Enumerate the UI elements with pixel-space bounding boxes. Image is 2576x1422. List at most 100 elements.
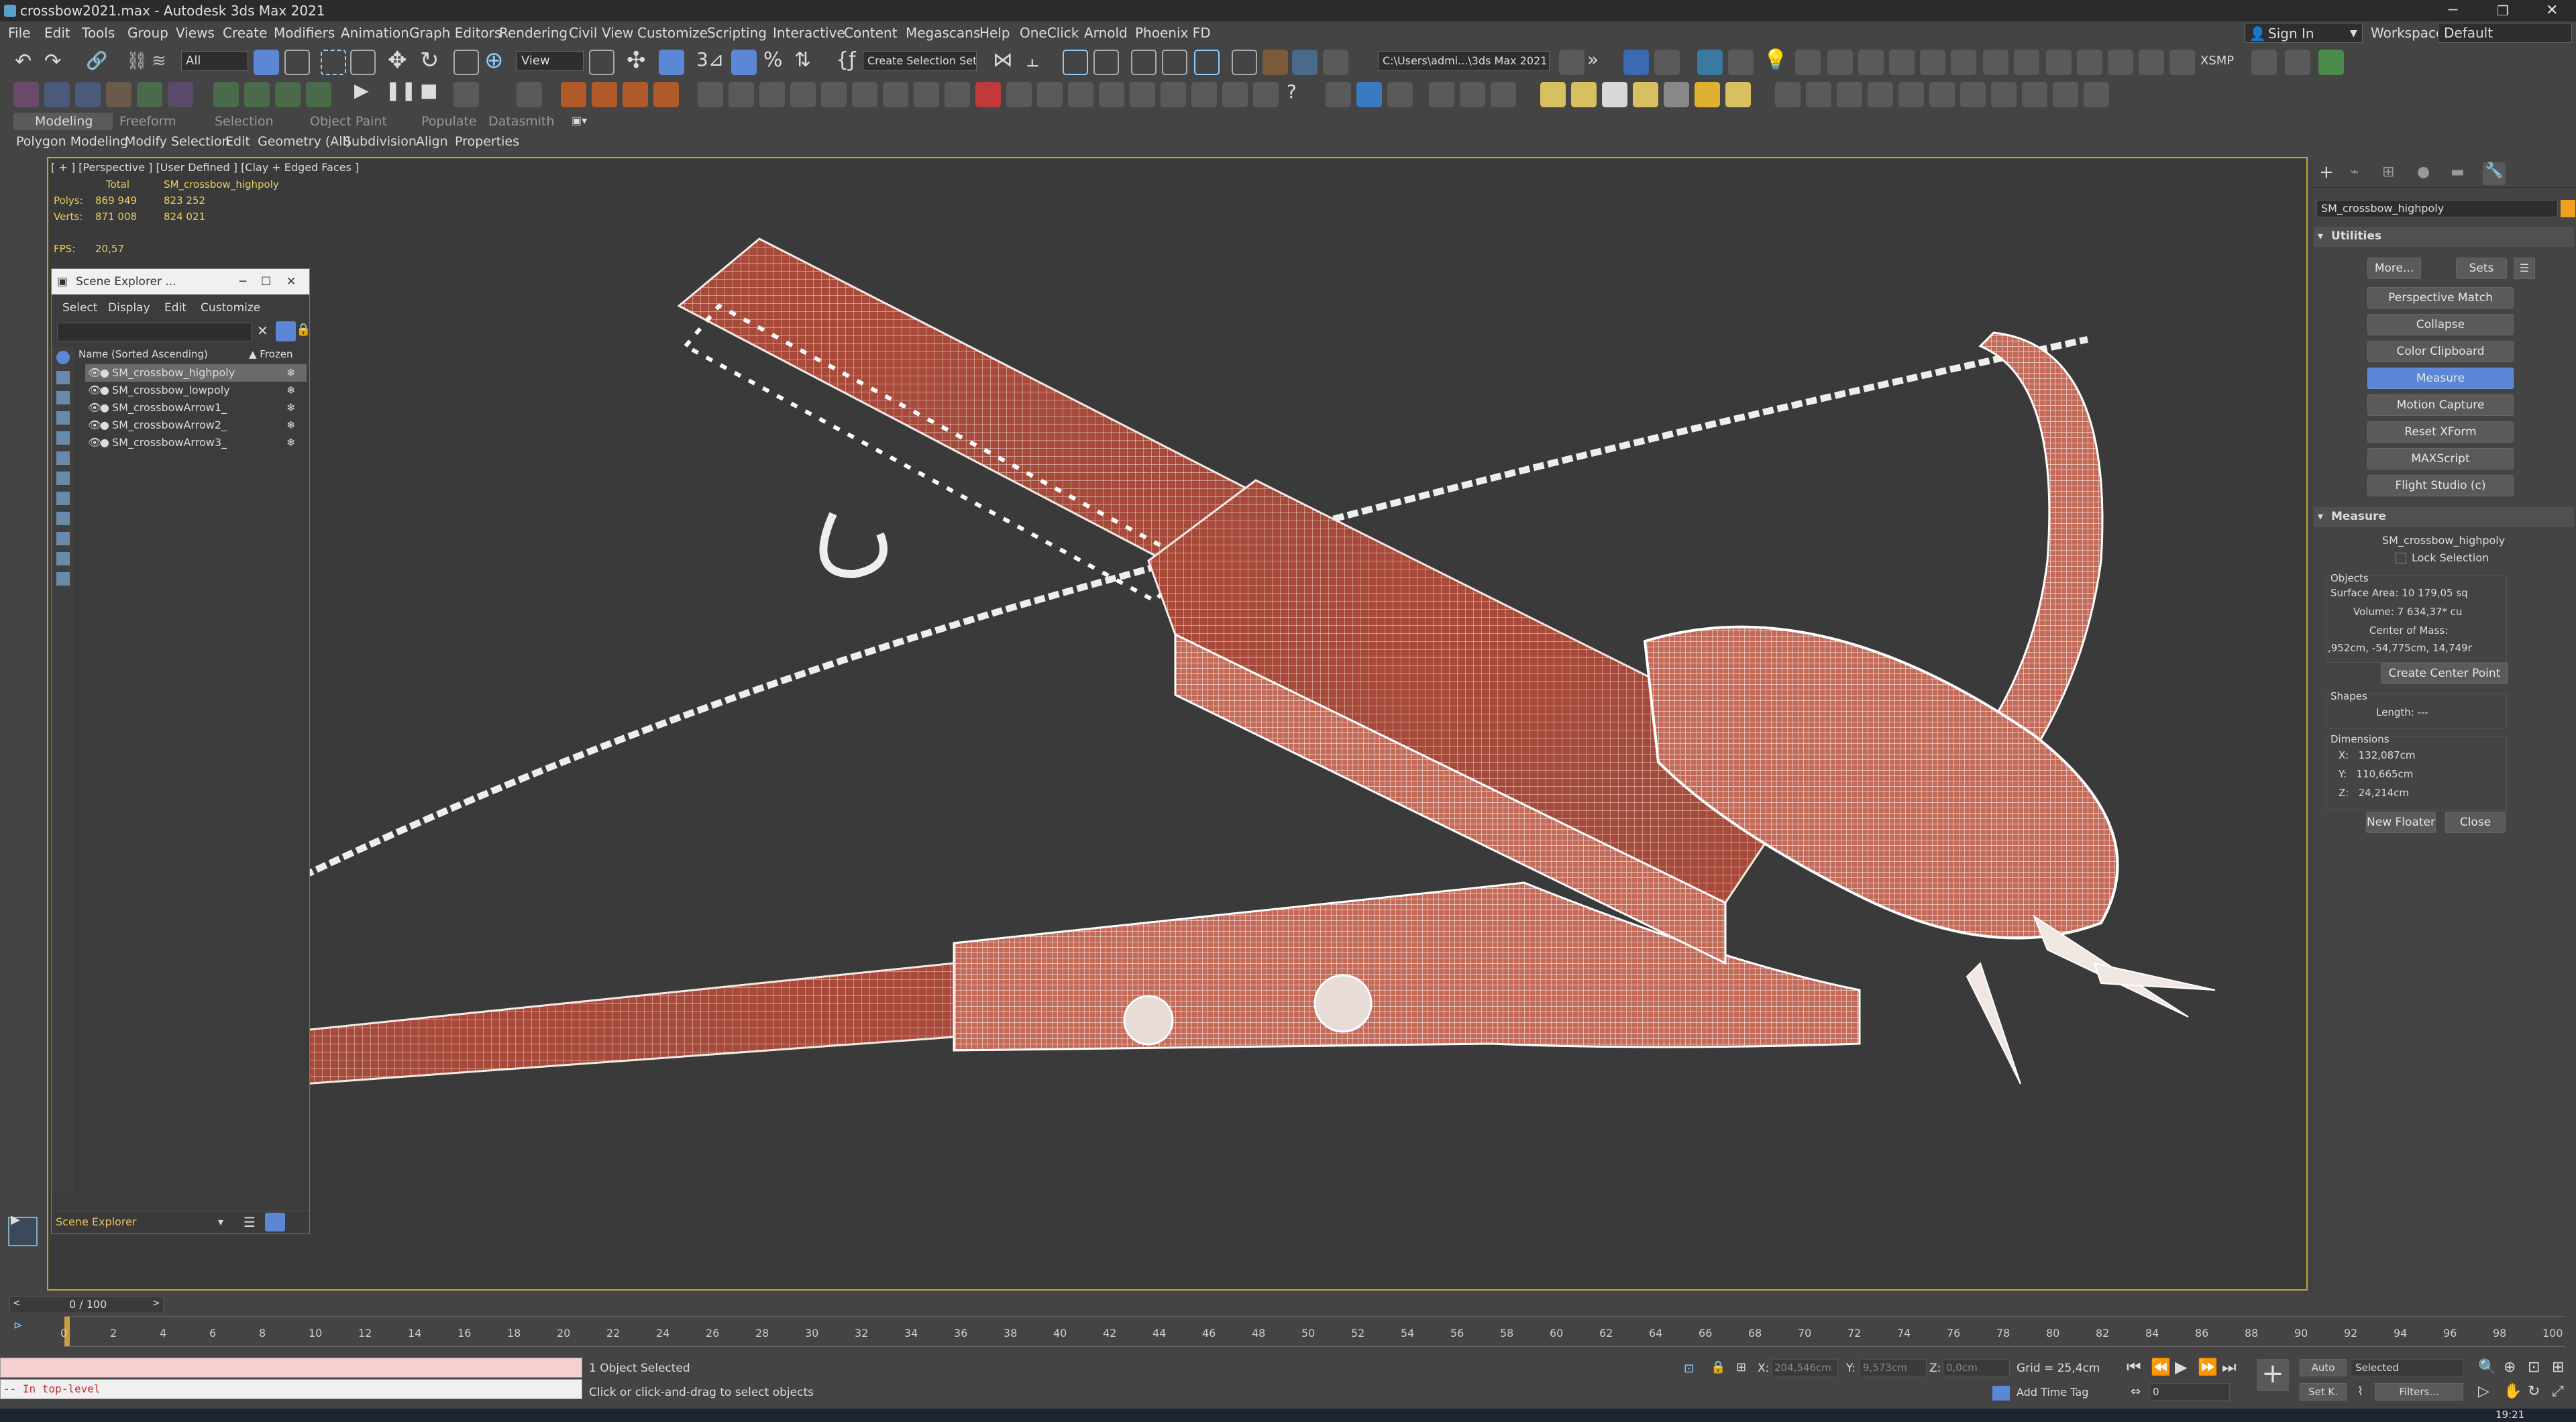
minimize-icon[interactable]: ─ — [2449, 0, 2457, 21]
region-select-icon[interactable] — [321, 50, 346, 75]
tool-icon-39[interactable] — [1429, 82, 1454, 107]
tab-modeling[interactable]: Modeling — [13, 113, 113, 130]
zoom-all-icon[interactable]: ⊕ — [2504, 1359, 2516, 1376]
rotate-icon[interactable]: ↻ — [420, 47, 439, 74]
se-groups-filter-icon[interactable] — [56, 492, 70, 505]
render-setup-icon[interactable] — [1263, 50, 1288, 75]
more-button[interactable]: More... — [2367, 258, 2421, 279]
menu-graph-editors[interactable]: Graph Editors — [409, 21, 501, 44]
plugin-icon-6[interactable] — [1827, 50, 1853, 75]
angle-snap-icon[interactable] — [731, 50, 757, 75]
tab-populate[interactable]: Populate — [421, 114, 477, 129]
tool-icon-57[interactable] — [2022, 82, 2047, 107]
menu-civil-view[interactable]: Civil View — [569, 21, 633, 44]
color-clipboard-button[interactable]: Color Clipboard — [2367, 341, 2514, 362]
tool-icon-45[interactable] — [1633, 82, 1658, 107]
tab-object-paint[interactable]: Object Paint — [310, 114, 387, 129]
orbit-icon[interactable]: ↻ — [2528, 1383, 2540, 1400]
flight-studio-button[interactable]: Flight Studio (c) — [2367, 475, 2514, 496]
object-name-field[interactable]: SM_crossbow_highpoly — [2316, 200, 2558, 217]
render-dot-icon[interactable]: ● — [100, 399, 109, 417]
menu-arnold[interactable]: Arnold — [1084, 21, 1128, 44]
perspective-match-button[interactable]: Perspective Match — [2367, 287, 2514, 309]
menu-tools[interactable]: Tools — [82, 21, 115, 44]
utilities-tab-icon[interactable]: 🔧 — [2483, 162, 2506, 185]
create-center-point-button[interactable]: Create Center Point — [2381, 663, 2508, 684]
light-icon[interactable]: 💡 — [1763, 48, 1788, 72]
workspace-dropdown[interactable]: Default — [2438, 23, 2572, 43]
se-filter-icon[interactable] — [276, 321, 296, 341]
ribbon-align[interactable]: Align — [416, 134, 448, 149]
unlink-icon[interactable]: ⛓ — [126, 51, 148, 71]
sets-button[interactable]: Sets — [2456, 258, 2507, 279]
utilities-rollout-header[interactable]: ▾ Utilities — [2314, 227, 2574, 247]
sign-in-dropdown[interactable]: 👤 Sign In ▼ — [2245, 23, 2363, 43]
tool-icon-49[interactable] — [1775, 82, 1801, 107]
percent-snap-icon[interactable]: % — [763, 48, 783, 72]
plugin-icon-10[interactable] — [1951, 50, 1976, 75]
se-row[interactable]: 👁 ● SM_crossbow_highpoly ❄ — [85, 364, 307, 382]
zoom-extents-icon[interactable]: ⊡ — [2528, 1359, 2540, 1376]
ribbon-toggle-icon[interactable] — [1131, 50, 1157, 75]
tool-icon-20[interactable] — [790, 82, 816, 107]
menu-interactive[interactable]: Interactive — [773, 21, 845, 44]
tool-icon-28[interactable] — [1037, 82, 1063, 107]
rendered-frame-icon[interactable] — [1292, 50, 1318, 75]
tool-icon-35[interactable] — [1253, 82, 1279, 107]
hierarchy-icon[interactable] — [265, 1213, 285, 1232]
stop-icon[interactable]: ■ — [420, 79, 437, 101]
plugin-icon-14[interactable] — [2077, 50, 2102, 75]
se-shapes-filter-icon[interactable] — [56, 391, 70, 404]
collapse-button[interactable]: Collapse — [2367, 314, 2514, 335]
se-menu-edit[interactable]: Edit — [164, 301, 186, 315]
selection-lock-icon[interactable]: 🔒 — [1711, 1360, 1725, 1374]
tool-icon-17[interactable] — [698, 82, 723, 107]
plugin-icon-3[interactable] — [1697, 50, 1723, 75]
menu-create[interactable]: Create — [223, 21, 267, 44]
plugin-icon-13[interactable] — [2046, 50, 2072, 75]
plugin-icon-2[interactable] — [1654, 50, 1680, 75]
track-bar-toggle-icon[interactable]: ⊳ — [13, 1319, 22, 1331]
expand-arrow-icon[interactable]: ▶ — [11, 1213, 20, 1227]
tool-icon-59[interactable] — [2084, 82, 2109, 107]
ribbon-modify-selection[interactable]: Modify Selection — [125, 134, 230, 149]
pivot-center-icon[interactable] — [589, 50, 614, 75]
add-time-tag[interactable]: Add Time Tag — [2017, 1386, 2088, 1399]
tool-icon-25[interactable] — [945, 82, 970, 107]
time-slider-right-icon[interactable]: > — [152, 1298, 160, 1309]
render-production-icon[interactable] — [1323, 50, 1348, 75]
plugin-icon-20[interactable] — [2318, 50, 2344, 75]
tool-icon-26[interactable] — [975, 82, 1001, 107]
set-key-icon[interactable]: + — [2257, 1359, 2289, 1391]
zoom-extents-all-icon[interactable]: ⊞ — [2552, 1359, 2564, 1376]
tool-icon-37[interactable] — [1356, 82, 1382, 107]
tool-icon-2[interactable] — [44, 82, 70, 107]
plugin-icon-12[interactable] — [2014, 50, 2039, 75]
tool-icon-13[interactable] — [561, 82, 586, 107]
toggle-layer-explorer-icon[interactable] — [1093, 50, 1119, 75]
menu-megascans[interactable]: Megascans — [906, 21, 980, 44]
tool-icon-14[interactable] — [592, 82, 617, 107]
plugin-icon-19[interactable] — [2285, 50, 2310, 75]
tool-icon-21[interactable] — [821, 82, 847, 107]
maxscript-button[interactable]: MAXScript — [2367, 448, 2514, 470]
edit-named-selection-icon[interactable]: {ƒ — [836, 48, 856, 72]
toggle-scene-explorer-icon[interactable] — [1063, 50, 1088, 75]
se-minimize-icon[interactable]: ─ — [239, 269, 246, 294]
modify-tab-icon[interactable]: ⌁ — [2350, 164, 2359, 180]
scene-explorer-titlebar[interactable]: ▣ Scene Explorer ... ─ ☐ ✕ — [52, 269, 309, 294]
next-frame-icon[interactable]: ⏩ — [2198, 1358, 2218, 1376]
se-row[interactable]: 👁 ● SM_crossbowArrow1_ ❄ — [85, 399, 307, 417]
se-row[interactable]: 👁 ● SM_crossbowArrow3_ ❄ — [85, 434, 307, 451]
tool-icon-23[interactable] — [883, 82, 908, 107]
play-animation-icon[interactable]: ▶ — [2175, 1358, 2187, 1376]
schematic-view-icon[interactable] — [1194, 50, 1220, 75]
tool-icon-16[interactable] — [653, 82, 679, 107]
reference-coordinate-dropdown[interactable]: View — [517, 51, 584, 71]
tool-icon-33[interactable] — [1191, 82, 1217, 107]
ribbon-geometry-all[interactable]: Geometry (All) — [258, 134, 351, 149]
tool-icon-12[interactable] — [517, 82, 542, 107]
place-icon[interactable]: ⊕ — [484, 47, 504, 74]
se-cameras-filter-icon[interactable] — [56, 431, 70, 445]
tool-icon-3[interactable] — [75, 82, 101, 107]
